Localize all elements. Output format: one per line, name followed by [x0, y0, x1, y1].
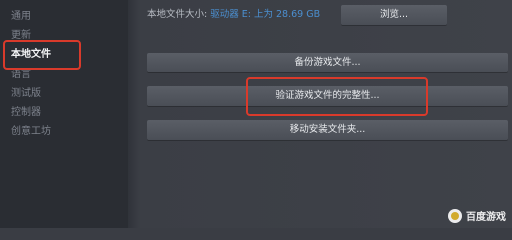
verify-integrity-label: 验证游戏文件的完整性...	[275, 90, 380, 101]
watermark-text: 百度游戏	[466, 212, 506, 223]
local-files-size-label: 本地文件大小:	[147, 9, 208, 20]
sidebar-item-controller[interactable]: 控制器	[11, 104, 41, 122]
backup-game-files-button[interactable]: 备份游戏文件...	[147, 53, 508, 72]
sidebar-item-workshop[interactable]: 创意工坊	[11, 123, 51, 141]
local-files-size-row: 本地文件大小: 驱动器 E: 上为 28.69 GB	[147, 6, 320, 24]
sidebar-item-betas[interactable]: 测试版	[11, 85, 41, 103]
local-files-size-value: 驱动器 E: 上为 28.69 GB	[210, 9, 321, 20]
move-install-folder-button[interactable]: 移动安装文件夹...	[147, 120, 508, 140]
browse-button[interactable]: 浏览...	[341, 5, 447, 25]
browse-button-label: 浏览...	[379, 9, 409, 20]
sidebar-item-general[interactable]: 通用	[11, 8, 31, 26]
sidebar-item-language[interactable]: 语言	[11, 66, 31, 84]
move-install-folder-label: 移动安装文件夹...	[289, 124, 366, 135]
steam-properties-window: 通用 更新 本地文件 语言 测试版 控制器 创意工坊 本地文件大小: 驱动器 E…	[0, 0, 512, 228]
verify-integrity-button[interactable]: 验证游戏文件的完整性...	[147, 86, 508, 106]
backup-game-files-label: 备份游戏文件...	[294, 57, 361, 68]
sidebar: 通用 更新 本地文件 语言 测试版 控制器 创意工坊	[0, 0, 128, 228]
sidebar-item-updates[interactable]: 更新	[11, 27, 31, 45]
baidu-games-logo-icon	[448, 208, 462, 223]
sidebar-item-local-files[interactable]: 本地文件	[11, 46, 51, 64]
baidu-games-watermark: 百度游戏	[448, 208, 506, 223]
